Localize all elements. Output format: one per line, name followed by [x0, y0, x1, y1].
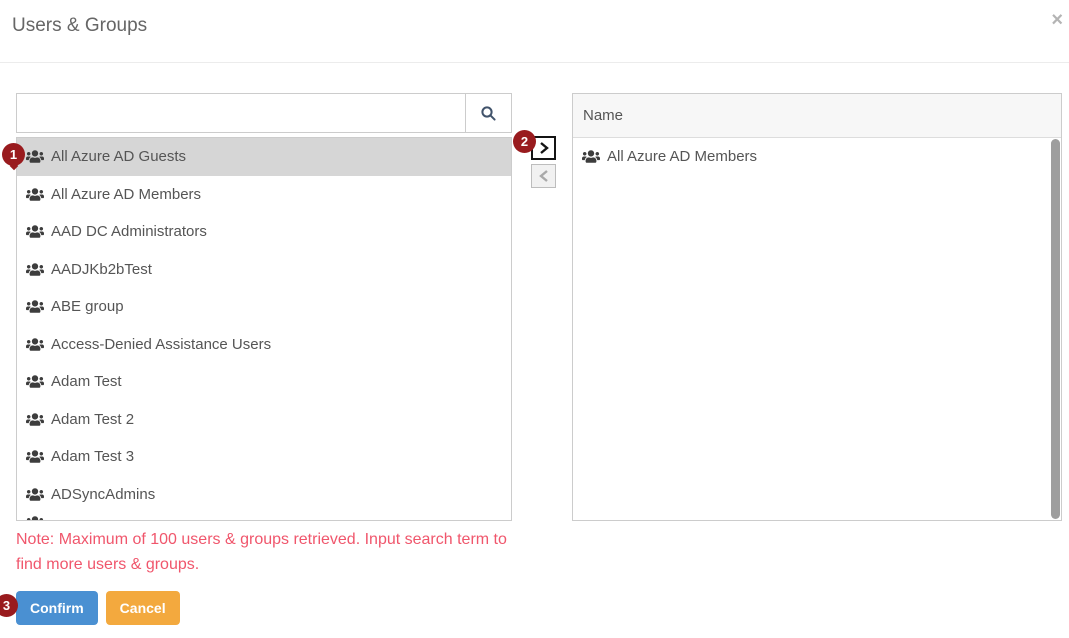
users-group-icon: [26, 374, 44, 389]
header-divider: [0, 62, 1069, 63]
list-item[interactable]: All Azure AD Guests: [17, 138, 511, 176]
page-title: Users & Groups: [12, 15, 147, 37]
users-group-icon: [26, 149, 44, 164]
list-item-label: All Azure AD Members: [607, 148, 757, 165]
name-column-header: Name: [573, 94, 1061, 138]
list-item[interactable]: ADSyncAdmins: [17, 476, 511, 514]
list-item-label: ABE group: [51, 298, 124, 315]
list-item-label: Adam Test 2: [51, 411, 134, 428]
list-item[interactable]: All Azure AD Members: [573, 138, 1061, 176]
users-group-icon: [26, 187, 44, 202]
users-group-icon: [26, 337, 44, 352]
list-item-label: All Azure AD Members: [51, 186, 201, 203]
selected-groups-list: All Azure AD Members: [573, 138, 1061, 520]
list-item[interactable]: Adam Test 3: [17, 438, 511, 476]
users-group-icon: [26, 412, 44, 427]
chevron-right-icon: [538, 141, 550, 155]
list-item-label: Adam Test: [51, 373, 122, 390]
annotation-badge-2: 2: [513, 130, 536, 153]
annotation-badge-1: 1: [2, 143, 25, 166]
list-item[interactable]: AAD DC Administrators: [17, 213, 511, 251]
list-item[interactable]: All Azure AD Members: [17, 176, 511, 214]
list-item[interactable]: Adam Test 2: [17, 401, 511, 439]
search-button[interactable]: [465, 93, 512, 133]
users-group-icon: [26, 299, 44, 314]
list-item-label: AADJKb2bTest: [51, 261, 152, 278]
search-input[interactable]: [16, 93, 465, 133]
users-group-icon: [582, 149, 600, 164]
list-item-label: All Azure AD Guests: [51, 148, 186, 165]
users-group-icon: [26, 487, 44, 502]
search-bar: [16, 93, 512, 133]
chevron-left-icon: [538, 169, 550, 183]
dialog-actions: Confirm Cancel: [16, 591, 180, 625]
scrollbar-thumb[interactable]: [1051, 139, 1060, 519]
list-item-label: Access-Denied Assistance Users: [51, 336, 271, 353]
note-text: Note: Maximum of 100 users & groups retr…: [16, 527, 516, 577]
list-item-partially-visible[interactable]: [17, 513, 511, 521]
move-left-button[interactable]: [531, 164, 556, 188]
users-group-icon: [26, 262, 44, 277]
confirm-button[interactable]: Confirm: [16, 591, 98, 625]
list-item-label: Adam Test 3: [51, 448, 134, 465]
users-group-icon: [26, 515, 44, 521]
users-group-icon: [26, 224, 44, 239]
cancel-button[interactable]: Cancel: [106, 591, 180, 625]
search-icon: [480, 105, 497, 122]
selected-groups-panel: Name All Azure AD Members: [572, 93, 1062, 521]
close-icon[interactable]: ×: [1051, 10, 1063, 30]
list-item[interactable]: ABE group: [17, 288, 511, 326]
users-group-icon: [26, 449, 44, 464]
available-groups-list: All Azure AD Guests All Azure AD Members…: [16, 137, 512, 521]
list-item-label: ADSyncAdmins: [51, 486, 155, 503]
list-item[interactable]: AADJKb2bTest: [17, 251, 511, 289]
list-item[interactable]: Adam Test: [17, 363, 511, 401]
list-item-label: AAD DC Administrators: [51, 223, 207, 240]
list-item[interactable]: Access-Denied Assistance Users: [17, 326, 511, 364]
